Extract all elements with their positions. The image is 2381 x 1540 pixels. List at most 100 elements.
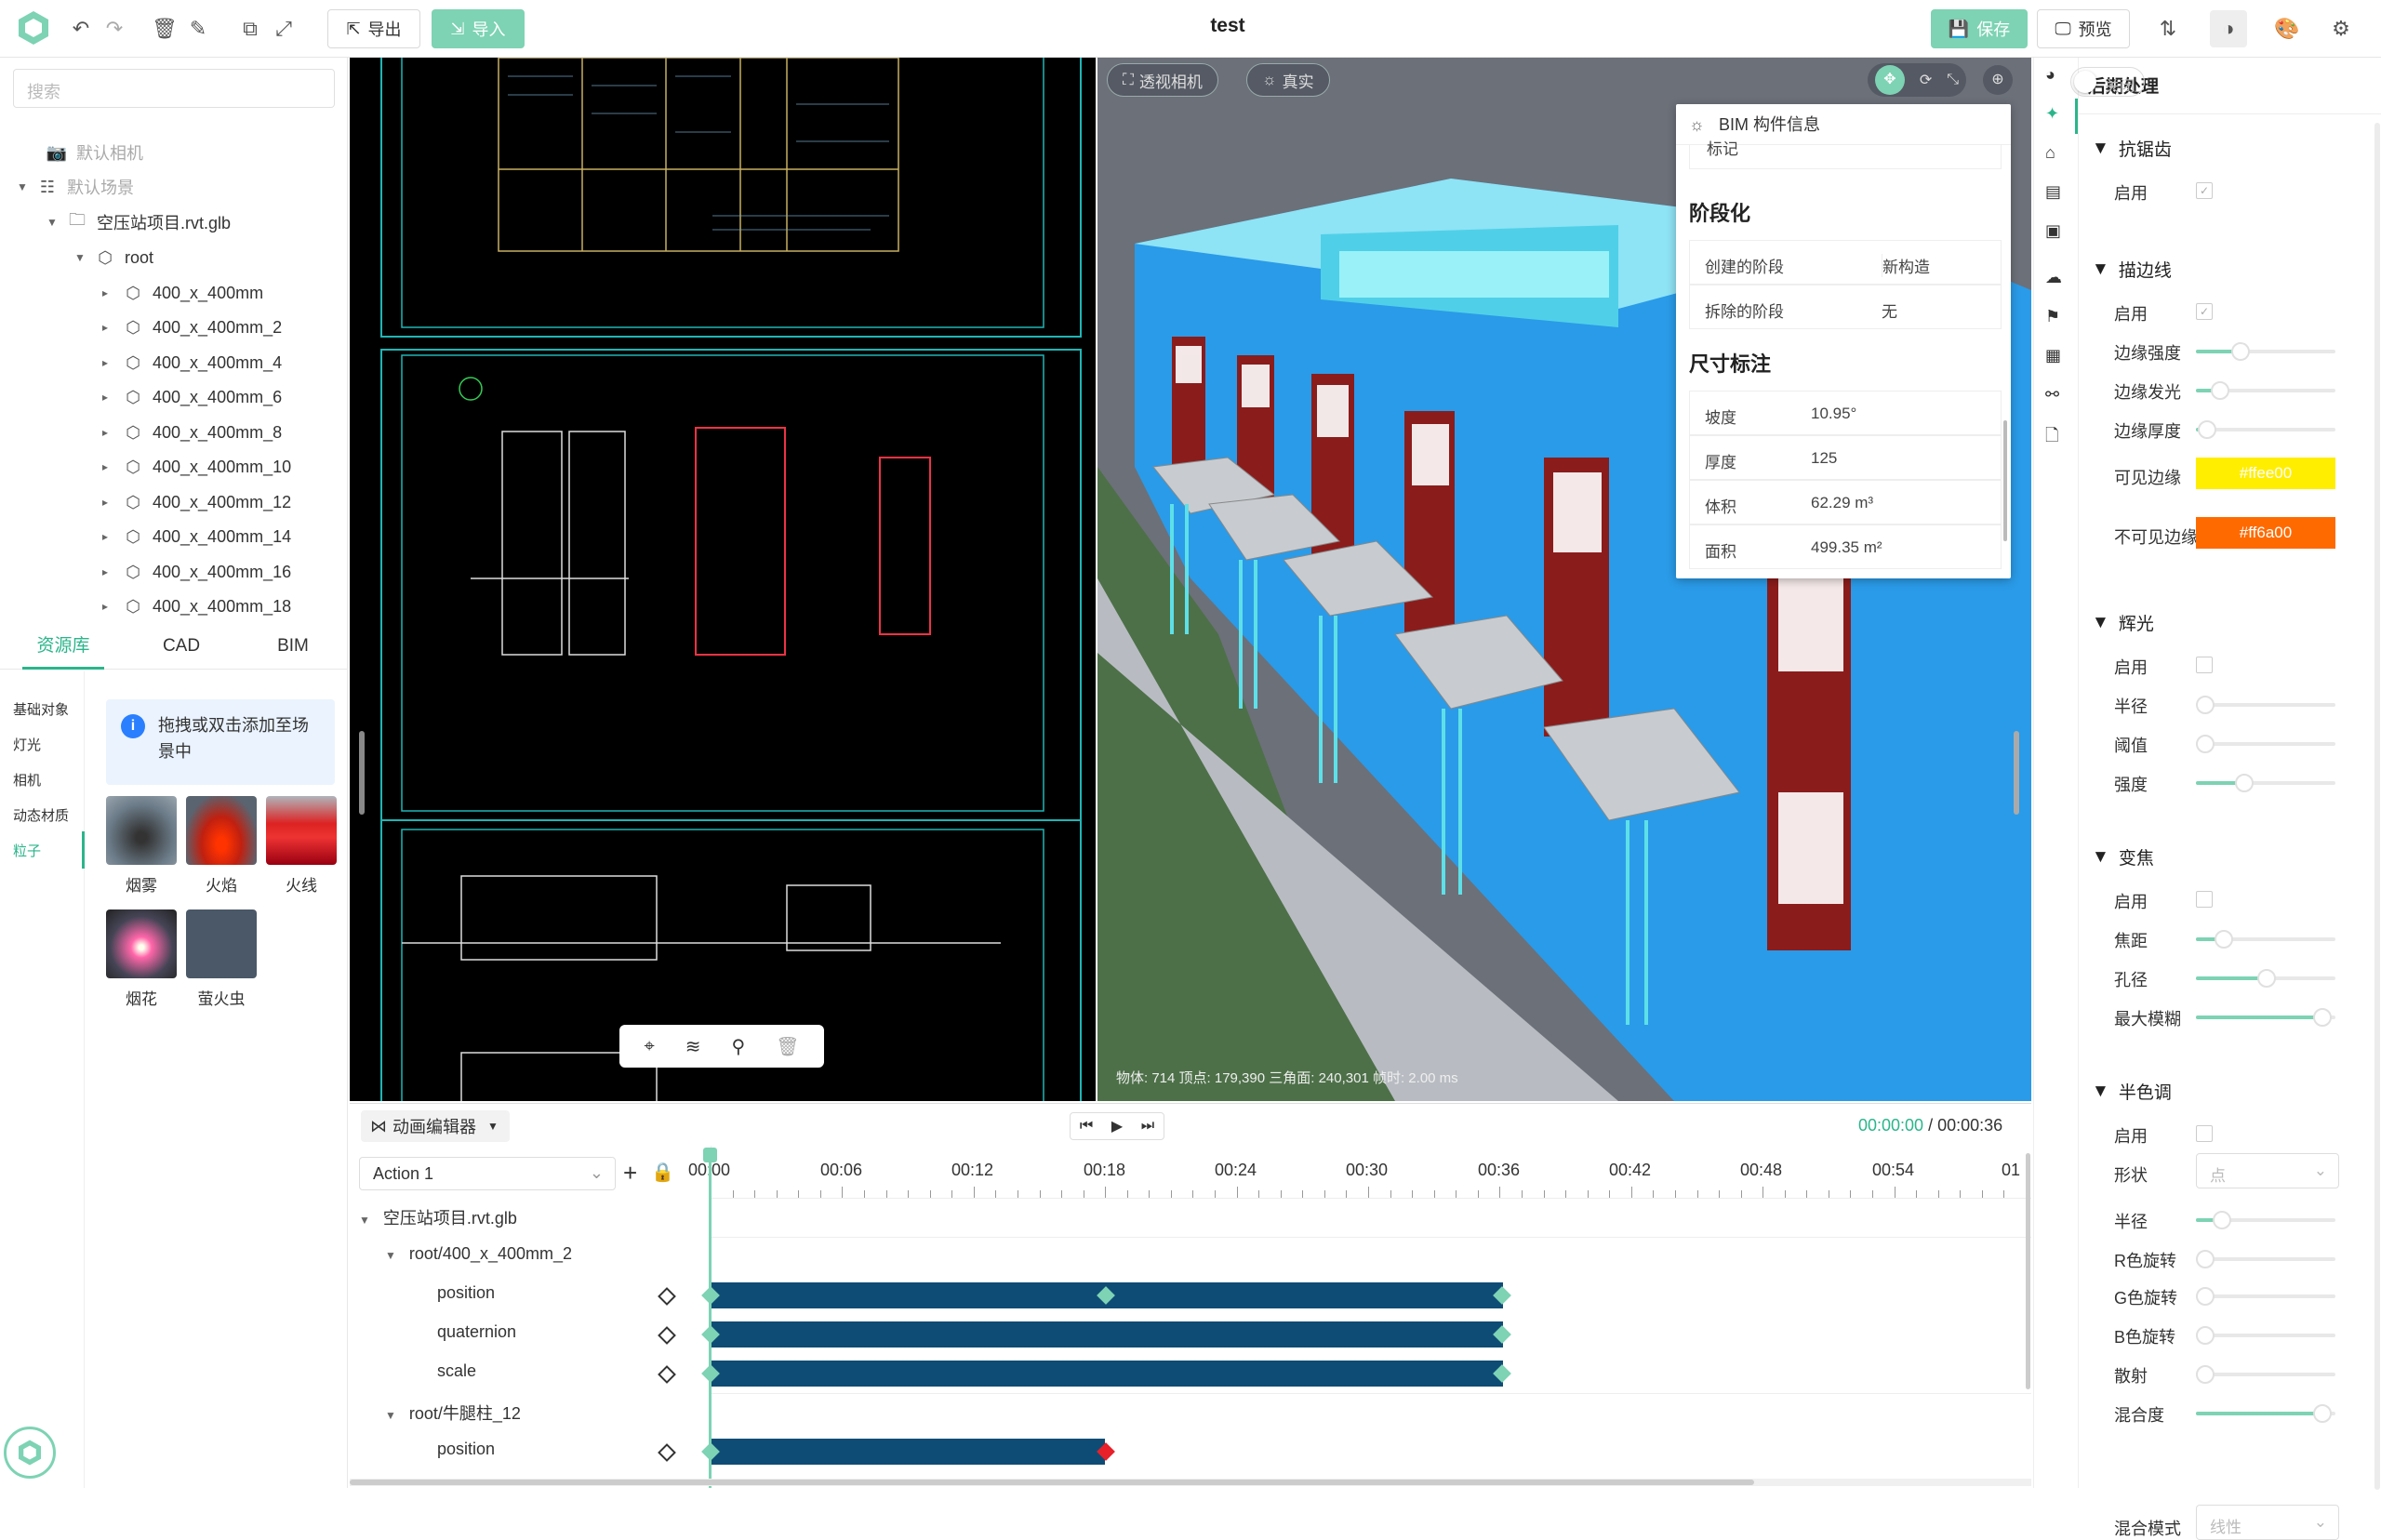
dof-maxblur-slider[interactable]: [2196, 1008, 2335, 1027]
postprocess-toggle[interactable]: 关闭: [2070, 67, 2145, 97]
chevron-right-icon[interactable]: ▸: [102, 530, 119, 543]
scrollbar[interactable]: [2374, 123, 2380, 1490]
tree-item-default-scene[interactable]: ▼ ☷ 默认场景: [17, 170, 134, 204]
playhead[interactable]: [709, 1149, 712, 1488]
keyframe-track[interactable]: [711, 1439, 1105, 1465]
asset-firework[interactable]: 烟花: [106, 909, 177, 1009]
camera-mode-button[interactable]: ⛶ 透视相机: [1107, 63, 1218, 97]
chevron-right-icon[interactable]: ▸: [102, 565, 119, 578]
section-outline[interactable]: ▼ 描边线: [2092, 257, 2172, 282]
dof-aperture-slider[interactable]: [2196, 969, 2335, 988]
tab-bim[interactable]: BIM: [251, 623, 335, 670]
chevron-right-icon[interactable]: ▸: [102, 286, 119, 299]
target-icon[interactable]: ⌖: [644, 1036, 654, 1057]
chevron-right-icon[interactable]: ▸: [102, 600, 119, 613]
asset-smoke[interactable]: 烟雾: [106, 796, 177, 896]
cad-viewport[interactable]: ⌖ ≋ ⚲ 🗑: [350, 58, 1096, 1101]
category-camera[interactable]: 相机: [13, 770, 41, 790]
chevron-right-icon[interactable]: ▸: [102, 356, 119, 369]
outline-glow-slider[interactable]: [2196, 381, 2335, 400]
layers-icon[interactable]: ≋: [685, 1035, 701, 1058]
halftone-scatter-slider[interactable]: [2196, 1365, 2335, 1384]
bloom-radius-slider[interactable]: [2196, 696, 2335, 714]
category-basic[interactable]: 基础对象: [13, 699, 69, 719]
clear-icon[interactable]: ✎: [184, 15, 212, 43]
fullscreen-icon[interactable]: ⤢: [270, 15, 298, 43]
skip-back-icon[interactable]: ⏮: [1080, 1118, 1093, 1135]
skip-forward-icon[interactable]: ⏭: [1141, 1118, 1154, 1135]
postprocess-icon[interactable]: ✦: [2045, 104, 2059, 124]
scale-icon[interactable]: ⤡: [1947, 72, 1959, 88]
add-action-icon[interactable]: +: [623, 1159, 637, 1188]
chevron-right-icon[interactable]: ▸: [102, 391, 119, 404]
action-select[interactable]: Action 1 ⌄: [359, 1157, 616, 1190]
section-bloom[interactable]: ▼ 辉光: [2092, 610, 2154, 635]
redo-icon[interactable]: ↷: [100, 15, 128, 43]
tree-item-mesh[interactable]: ▸ ⬡ 400_x_400mm_2: [102, 311, 282, 344]
material-icon[interactable]: ◕: [2045, 65, 2055, 85]
category-particle[interactable]: 粒子: [13, 841, 41, 860]
category-light[interactable]: 灯光: [13, 735, 41, 754]
chevron-right-icon[interactable]: ▸: [102, 460, 119, 473]
render-mode-button[interactable]: ☼ 真实: [1246, 63, 1330, 97]
copy-icon[interactable]: ⧉: [236, 15, 264, 43]
editor-mode-select[interactable]: ⋈ 动画编辑器 ▼: [361, 1110, 510, 1142]
help-icon[interactable]: [4, 1427, 56, 1479]
section-halftone[interactable]: ▼ 半色调: [2092, 1079, 2172, 1104]
track-group-column[interactable]: ▼ root/牛腿柱_12: [385, 1401, 521, 1425]
tree-item-mesh[interactable]: ▸ ⬡ 400_x_400mm_8: [102, 416, 282, 449]
export-button[interactable]: ⇱ 导出: [327, 9, 420, 48]
visible-edge-color[interactable]: #ffee00: [2196, 458, 2335, 489]
tree-item-mesh[interactable]: ▸ ⬡ 400_x_400mm_16: [102, 555, 291, 589]
tree-item-mesh[interactable]: ▸ ⬡ 400_x_400mm: [102, 276, 263, 310]
chevron-down-icon[interactable]: ▼: [47, 216, 63, 229]
bloom-threshold-slider[interactable]: [2196, 735, 2335, 753]
link-icon[interactable]: ⚯: [2045, 385, 2059, 405]
delete-icon[interactable]: 🗑: [151, 15, 179, 43]
document-icon[interactable]: ▤: [2045, 182, 2061, 202]
home-icon[interactable]: ⌂: [2045, 143, 2055, 163]
outline-strength-slider[interactable]: [2196, 342, 2335, 361]
chevron-right-icon[interactable]: ▸: [102, 426, 119, 439]
chevron-down-icon[interactable]: ▼: [359, 1214, 370, 1227]
halftone-enable-checkbox[interactable]: [2196, 1125, 2213, 1142]
asset-flame[interactable]: 火焰: [186, 796, 257, 896]
track-group-object[interactable]: ▼ root/400_x_400mm_2: [385, 1244, 572, 1264]
scrollbar[interactable]: [2003, 420, 2007, 541]
preview-button[interactable]: 🖵 预览: [2037, 9, 2130, 48]
keyframe-track[interactable]: [711, 1321, 1503, 1348]
chevron-right-icon[interactable]: ▸: [102, 496, 119, 509]
asset-fireline[interactable]: 火线: [266, 796, 337, 896]
track-quaternion[interactable]: quaternion: [437, 1322, 516, 1342]
file-icon[interactable]: 🗋: [2045, 424, 2058, 452]
outline-enable-checkbox[interactable]: ✓: [2196, 303, 2213, 320]
chevron-right-icon[interactable]: ▸: [102, 321, 119, 334]
tree-item-mesh[interactable]: ▸ ⬡ 400_x_400mm_12: [102, 485, 291, 519]
halftone-mode-select[interactable]: 线性 ⌄: [2196, 1505, 2339, 1540]
playhead-handle[interactable]: [703, 1148, 717, 1162]
contrast-icon[interactable]: ◑: [2210, 10, 2247, 47]
outline-thickness-slider[interactable]: [2196, 420, 2335, 439]
checker-icon[interactable]: ▦: [2045, 346, 2061, 365]
tree-item-mesh[interactable]: ▸ ⬡ 400_x_400mm_6: [102, 380, 282, 414]
cloud-icon[interactable]: ☁: [2045, 268, 2062, 287]
asset-firefly[interactable]: 萤火虫: [186, 909, 257, 1009]
keyframe-track[interactable]: [711, 1361, 1503, 1387]
lock-icon[interactable]: 🔒: [651, 1161, 674, 1184]
chevron-down-icon[interactable]: ▼: [385, 1409, 396, 1422]
tree-item-root[interactable]: ▼ ⬡ root: [74, 241, 153, 274]
horizontal-scrollbar[interactable]: [350, 1479, 2031, 1486]
play-icon[interactable]: ▶: [1111, 1117, 1123, 1135]
bloom-enable-checkbox[interactable]: [2196, 657, 2213, 673]
hidden-edge-color[interactable]: #ff6a00: [2196, 517, 2335, 549]
aa-enable-checkbox[interactable]: ✓: [2196, 182, 2213, 199]
tab-library[interactable]: 资源库: [22, 623, 104, 670]
scrollbar[interactable]: [2026, 1153, 2030, 1389]
search-input[interactable]: 搜索: [13, 69, 335, 108]
palette-icon[interactable]: 🎨: [2273, 15, 2301, 43]
tree-item-default-camera[interactable]: 📷 默认相机: [26, 136, 143, 169]
scrollbar[interactable]: [359, 731, 365, 815]
import-button[interactable]: ⇲ 导入: [432, 9, 525, 48]
track-position[interactable]: position: [437, 1440, 495, 1459]
undo-icon[interactable]: ↶: [67, 15, 95, 43]
